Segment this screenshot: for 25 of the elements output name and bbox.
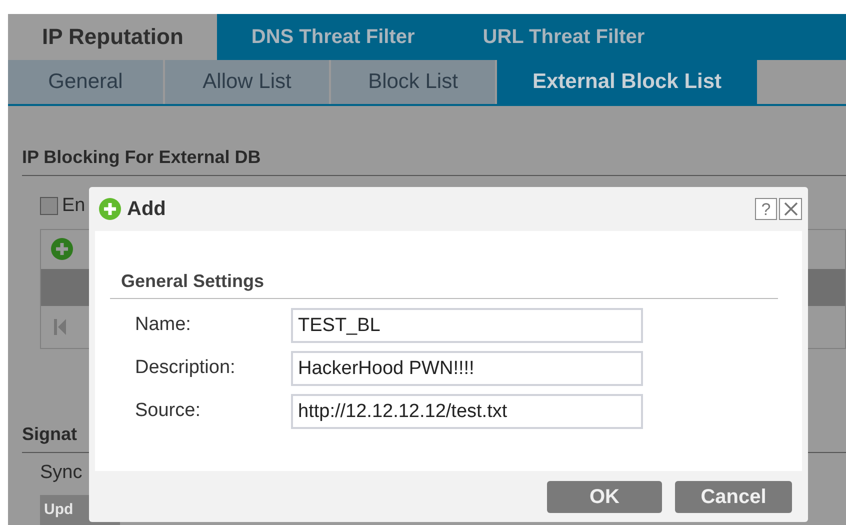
first-page-icon[interactable] <box>53 318 67 336</box>
field-label: Name: <box>135 313 192 338</box>
sub-tab[interactable]: General <box>8 60 165 104</box>
close-button[interactable] <box>779 198 802 220</box>
dialog-title: Add <box>127 197 166 222</box>
plus-icon <box>99 198 121 220</box>
plus-icon[interactable] <box>51 238 73 260</box>
checkbox-label: En <box>62 194 86 218</box>
section-title: IP Blocking For External DB <box>22 147 261 167</box>
field-label: Description: <box>135 356 236 380</box>
ok-button[interactable]: OK <box>547 480 662 512</box>
section-title: Signat <box>22 424 78 444</box>
field-label: Source: <box>135 399 202 424</box>
checkbox[interactable] <box>40 197 58 216</box>
sub-tab[interactable]: External Block List <box>497 60 759 104</box>
sub-tab[interactable]: Block List <box>331 60 497 104</box>
text-field[interactable]: http://12.12.12.12/test.txt <box>291 394 643 429</box>
tab[interactable]: IP Reputation <box>8 14 218 60</box>
help-button[interactable]: ? <box>755 198 777 220</box>
text-field[interactable]: TEST_BL <box>291 308 643 343</box>
sync-label: Sync <box>40 462 82 482</box>
text-field[interactable]: HackerHood PWN!!!! <box>291 351 643 386</box>
sub-tab[interactable]: Allow List <box>165 60 331 104</box>
group-title: General Settings <box>121 271 264 291</box>
cancel-button[interactable]: Cancel <box>675 480 792 512</box>
